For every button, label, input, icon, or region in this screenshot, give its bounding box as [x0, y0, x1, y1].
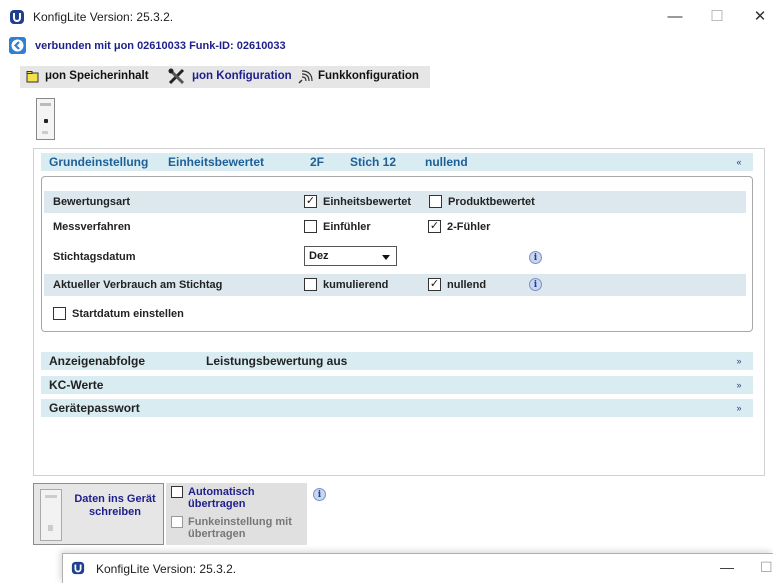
section-geraetepasswort-header[interactable]: Gerätepasswort »: [41, 399, 753, 417]
folder-icon: [26, 71, 39, 83]
section-summary-1: Einheitsbewertet: [168, 155, 265, 169]
verbrauch-label: Aktueller Verbrauch am Stichtag: [53, 279, 223, 291]
section-title: KC-Werte: [49, 378, 104, 392]
window-title: KonfigLite Version: 25.3.2.: [33, 10, 174, 24]
bewertungsart-label: Bewertungsart: [53, 196, 131, 208]
section-summary-4: nullend: [425, 155, 468, 169]
tab-konfiguration[interactable]: μon Konfiguration: [192, 70, 292, 82]
startdatum-label: Startdatum einstellen: [72, 308, 184, 320]
app-logo-icon: [71, 561, 85, 575]
kumulierend-checkbox[interactable]: [304, 278, 317, 291]
radio-icon: [298, 70, 313, 84]
section-title: Gerätepasswort: [49, 401, 140, 415]
transfer-info-icon[interactable]: i: [313, 488, 326, 501]
second-window: KonfigLite Version: 25.3.2. — ☐: [62, 553, 773, 583]
row-stichtag: Stichtagsdatum: [44, 240, 498, 270]
second-maximize-button[interactable]: ☐: [760, 559, 773, 576]
nullend-label: nullend: [447, 279, 487, 291]
tab-speicherinhalt[interactable]: μon Speicherinhalt: [45, 70, 149, 82]
transfer-options: Automatisch übertragen Funkeinstellung m…: [166, 483, 307, 545]
startdatum-checkbox[interactable]: [53, 307, 66, 320]
einheitsbewertet-checkbox[interactable]: ✓: [304, 195, 317, 208]
messverfahren-label: Messverfahren: [53, 221, 131, 233]
device-icon: [40, 489, 62, 541]
device-image: [36, 98, 55, 140]
stichtag-select[interactable]: Dez: [304, 246, 397, 266]
collapse-chevron-icon[interactable]: «: [733, 156, 745, 168]
row-messverfahren: Messverfahren Einfühler ✓ 2-Fühler: [44, 216, 746, 238]
expand-chevron-icon[interactable]: »: [733, 355, 745, 367]
close-button[interactable]: ✕: [745, 6, 773, 28]
section-title: Anzeigenabfolge: [49, 354, 146, 368]
tab-funkkonfiguration[interactable]: Funkkonfiguration: [318, 70, 419, 82]
second-window-title: KonfigLite Version: 25.3.2.: [96, 562, 237, 576]
expand-chevron-icon[interactable]: »: [733, 379, 745, 391]
zwei-fuehler-checkbox[interactable]: ✓: [428, 220, 441, 233]
section-title: Grundeinstellung: [49, 155, 149, 169]
kumulierend-label: kumulierend: [323, 279, 389, 291]
produktbewertet-label: Produktbewertet: [448, 196, 535, 208]
section-grundeinstellung-header[interactable]: Grundeinstellung Einheitsbewertet 2F Sti…: [41, 153, 753, 171]
radio-setting-label: Funkeinstellung mit übertragen: [188, 516, 292, 540]
section-summary-2: 2F: [310, 155, 325, 169]
back-arrow-icon[interactable]: [9, 37, 26, 54]
einheitsbewertet-label: Einheitsbewertet: [323, 196, 412, 208]
produktbewertet-checkbox[interactable]: [429, 195, 442, 208]
einfuehler-label: Einfühler: [323, 221, 371, 233]
dropdown-arrow-icon: [382, 255, 390, 260]
auto-transfer-checkbox[interactable]: [171, 486, 183, 498]
maximize-button[interactable]: ☐: [702, 6, 732, 28]
write-button-label: Daten ins Gerät schreiben: [74, 493, 156, 518]
second-minimize-button[interactable]: —: [720, 559, 734, 575]
tab-bar: μon Speicherinhalt μon Konfiguration Fun…: [20, 66, 430, 88]
minimize-button[interactable]: —: [660, 6, 690, 28]
radio-setting-checkbox[interactable]: [171, 516, 183, 528]
tools-icon: [168, 68, 185, 85]
expand-chevron-icon[interactable]: »: [733, 402, 745, 414]
section-summary-3: Stich 12: [350, 155, 397, 169]
connection-status: verbunden mit μon 02610033 Funk-ID: 0261…: [35, 40, 286, 52]
verbrauch-info-icon[interactable]: i: [529, 278, 542, 291]
nullend-checkbox[interactable]: ✓: [428, 278, 441, 291]
stichtag-value: Dez: [309, 250, 329, 262]
section-anzeigenabfolge-header[interactable]: Anzeigenabfolge Leistungsbewertung aus »: [41, 352, 753, 370]
stichtag-label: Stichtagsdatum: [53, 251, 136, 263]
zwei-fuehler-label: 2-Fühler: [447, 221, 491, 233]
section-kc-werte-header[interactable]: KC-Werte »: [41, 376, 753, 394]
stichtag-info-icon[interactable]: i: [529, 251, 542, 264]
einfuehler-checkbox[interactable]: [304, 220, 317, 233]
app-logo-icon: [10, 10, 24, 24]
auto-transfer-label: Automatisch übertragen: [188, 486, 255, 510]
section-summary: Leistungsbewertung aus: [206, 354, 348, 368]
write-to-device-button[interactable]: Daten ins Gerät schreiben: [33, 483, 164, 545]
row-verbrauch: Aktueller Verbrauch am Stichtag kumulier…: [44, 274, 746, 296]
row-bewertungsart: Bewertungsart ✓ Einheitsbewertet Produkt…: [44, 191, 746, 213]
